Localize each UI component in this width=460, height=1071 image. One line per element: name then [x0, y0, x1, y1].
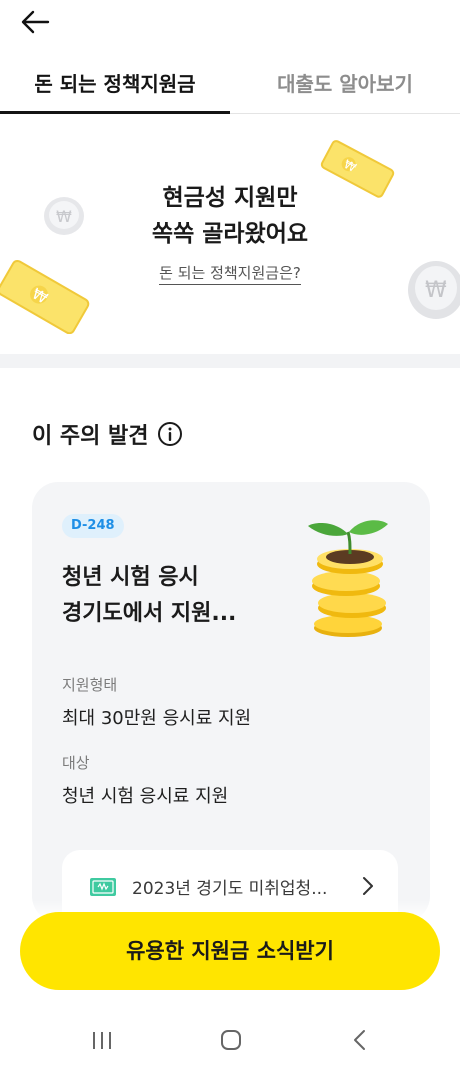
policy-grants-info-link[interactable]: 돈 되는 정책지원금은?: [159, 264, 301, 285]
hero-link: 돈 되는 정책지원금은?: [0, 262, 460, 285]
tab-loans[interactable]: 대출도 알아보기: [230, 58, 460, 114]
section-heading: 이 주의 발견: [32, 418, 183, 450]
tab-policy-grants[interactable]: 돈 되는 정책지원금: [0, 58, 230, 114]
section-title: 이 주의 발견: [32, 424, 149, 449]
system-navigation-bar: [0, 1008, 460, 1071]
info-icon[interactable]: [157, 421, 183, 447]
card-title-line1: 청년 시험 응시: [62, 565, 199, 590]
tab-bar: 돈 되는 정책지원금 대출도 알아보기: [0, 58, 460, 114]
home-icon[interactable]: [211, 1026, 251, 1054]
top-bar: [0, 0, 460, 50]
hero-title-line2: 쏙쏙 골라왔어요: [151, 221, 309, 247]
card-title-line2: 경기도에서 지원...: [62, 601, 237, 626]
target-value: 청년 시험 응시료 지원: [62, 786, 229, 807]
section-divider: [0, 354, 460, 368]
program-title: 2023년 경기도 미취업청...: [132, 879, 328, 899]
target-label: 대상: [62, 754, 90, 772]
chevron-right-icon: [363, 877, 373, 895]
hero-title-line1: 현금성 지원만: [162, 185, 298, 211]
money-bill-icon: [90, 878, 116, 896]
recent-apps-icon[interactable]: [82, 1026, 122, 1054]
hero-banner: ₩ ₩ ₩ ₩ 현금성 지원만 쏙쏙 골라왔어요 돈 되는 정책지원금은?: [0, 114, 460, 354]
support-type-value: 최대 30만원 응시료 지원: [62, 708, 252, 729]
support-type-label: 지원형태: [62, 676, 118, 694]
back-arrow-icon: [21, 10, 50, 34]
hero-title: 현금성 지원만 쏙쏙 골라왔어요: [0, 180, 460, 252]
back-button[interactable]: [18, 6, 56, 38]
coin-sprout-icon: [308, 520, 388, 637]
subscribe-grant-news-button[interactable]: 유용한 지원금 소식받기: [20, 912, 440, 990]
nav-back-icon[interactable]: [340, 1026, 380, 1054]
dday-badge: D-248: [62, 514, 124, 538]
card-title: 청년 시험 응시 경기도에서 지원...: [62, 560, 292, 632]
